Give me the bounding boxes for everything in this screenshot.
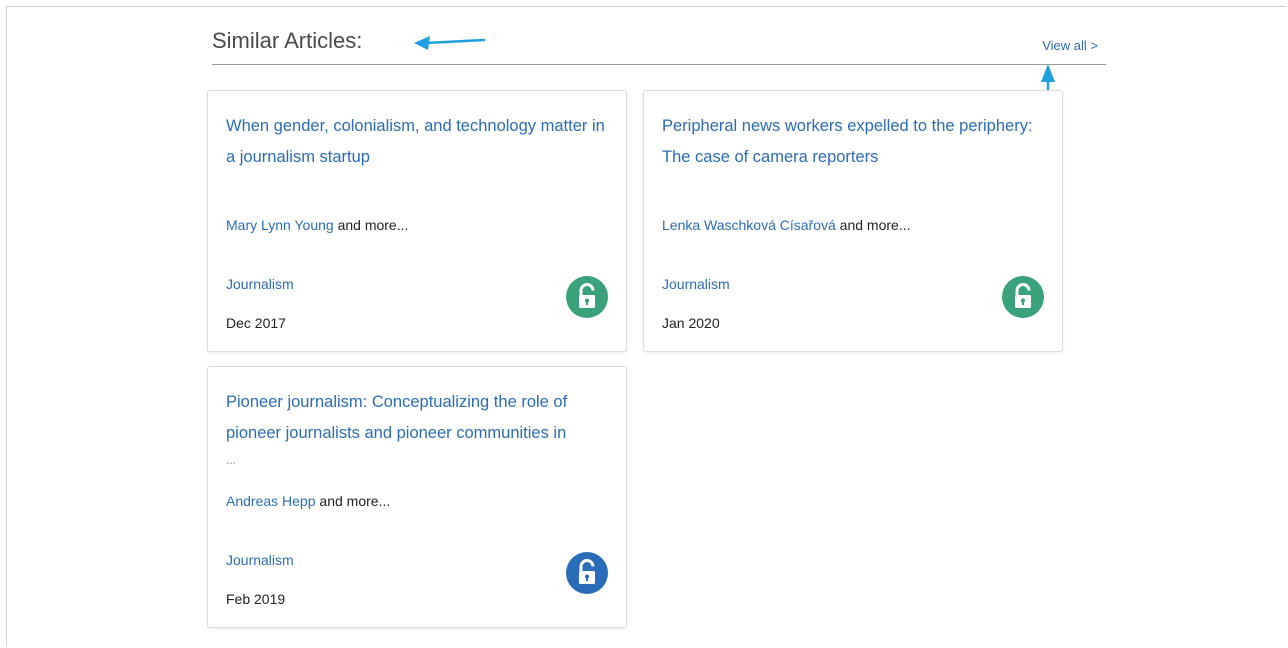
article-subject-link[interactable]: Journalism	[226, 276, 294, 292]
annotation-arrow-left-icon	[414, 36, 486, 50]
article-title-link[interactable]: Peripheral news workers expelled to the …	[662, 111, 1052, 173]
article-card[interactable]: When gender, colonialism, and technology…	[207, 90, 627, 352]
author-suffix: and more...	[315, 493, 391, 509]
author-link[interactable]: Lenka Waschková Císařová	[662, 217, 836, 233]
author-suffix: and more...	[333, 217, 409, 233]
article-title-link[interactable]: Pioneer journalism: Conceptualizing the …	[226, 387, 616, 449]
article-authors: Mary Lynn Young and more...	[226, 217, 408, 233]
author-suffix: and more...	[835, 217, 911, 233]
article-authors: Lenka Waschková Císařová and more...	[662, 217, 911, 233]
article-subject-link[interactable]: Journalism	[226, 552, 294, 568]
view-all-link[interactable]: View all >	[1042, 38, 1098, 53]
open-lock-icon	[1002, 276, 1044, 318]
open-lock-icon	[566, 552, 608, 594]
open-lock-icon	[566, 276, 608, 318]
article-authors: Andreas Hepp and more...	[226, 493, 390, 509]
article-date: Feb 2019	[226, 591, 286, 607]
author-link[interactable]: Mary Lynn Young	[226, 217, 334, 233]
similar-articles-header: Similar Articles: View all >	[212, 24, 1106, 65]
article-card[interactable]: Pioneer journalism: Conceptualizing the …	[207, 366, 627, 628]
article-date: Jan 2020	[662, 315, 720, 331]
author-link[interactable]: Andreas Hepp	[226, 493, 316, 509]
section-title: Similar Articles:	[212, 28, 363, 53]
title-ellipsis: ...	[226, 453, 237, 467]
article-card[interactable]: Peripheral news workers expelled to the …	[643, 90, 1063, 352]
article-subject-link[interactable]: Journalism	[662, 276, 730, 292]
article-date: Dec 2017	[226, 315, 286, 331]
article-title-link[interactable]: When gender, colonialism, and technology…	[226, 111, 616, 173]
